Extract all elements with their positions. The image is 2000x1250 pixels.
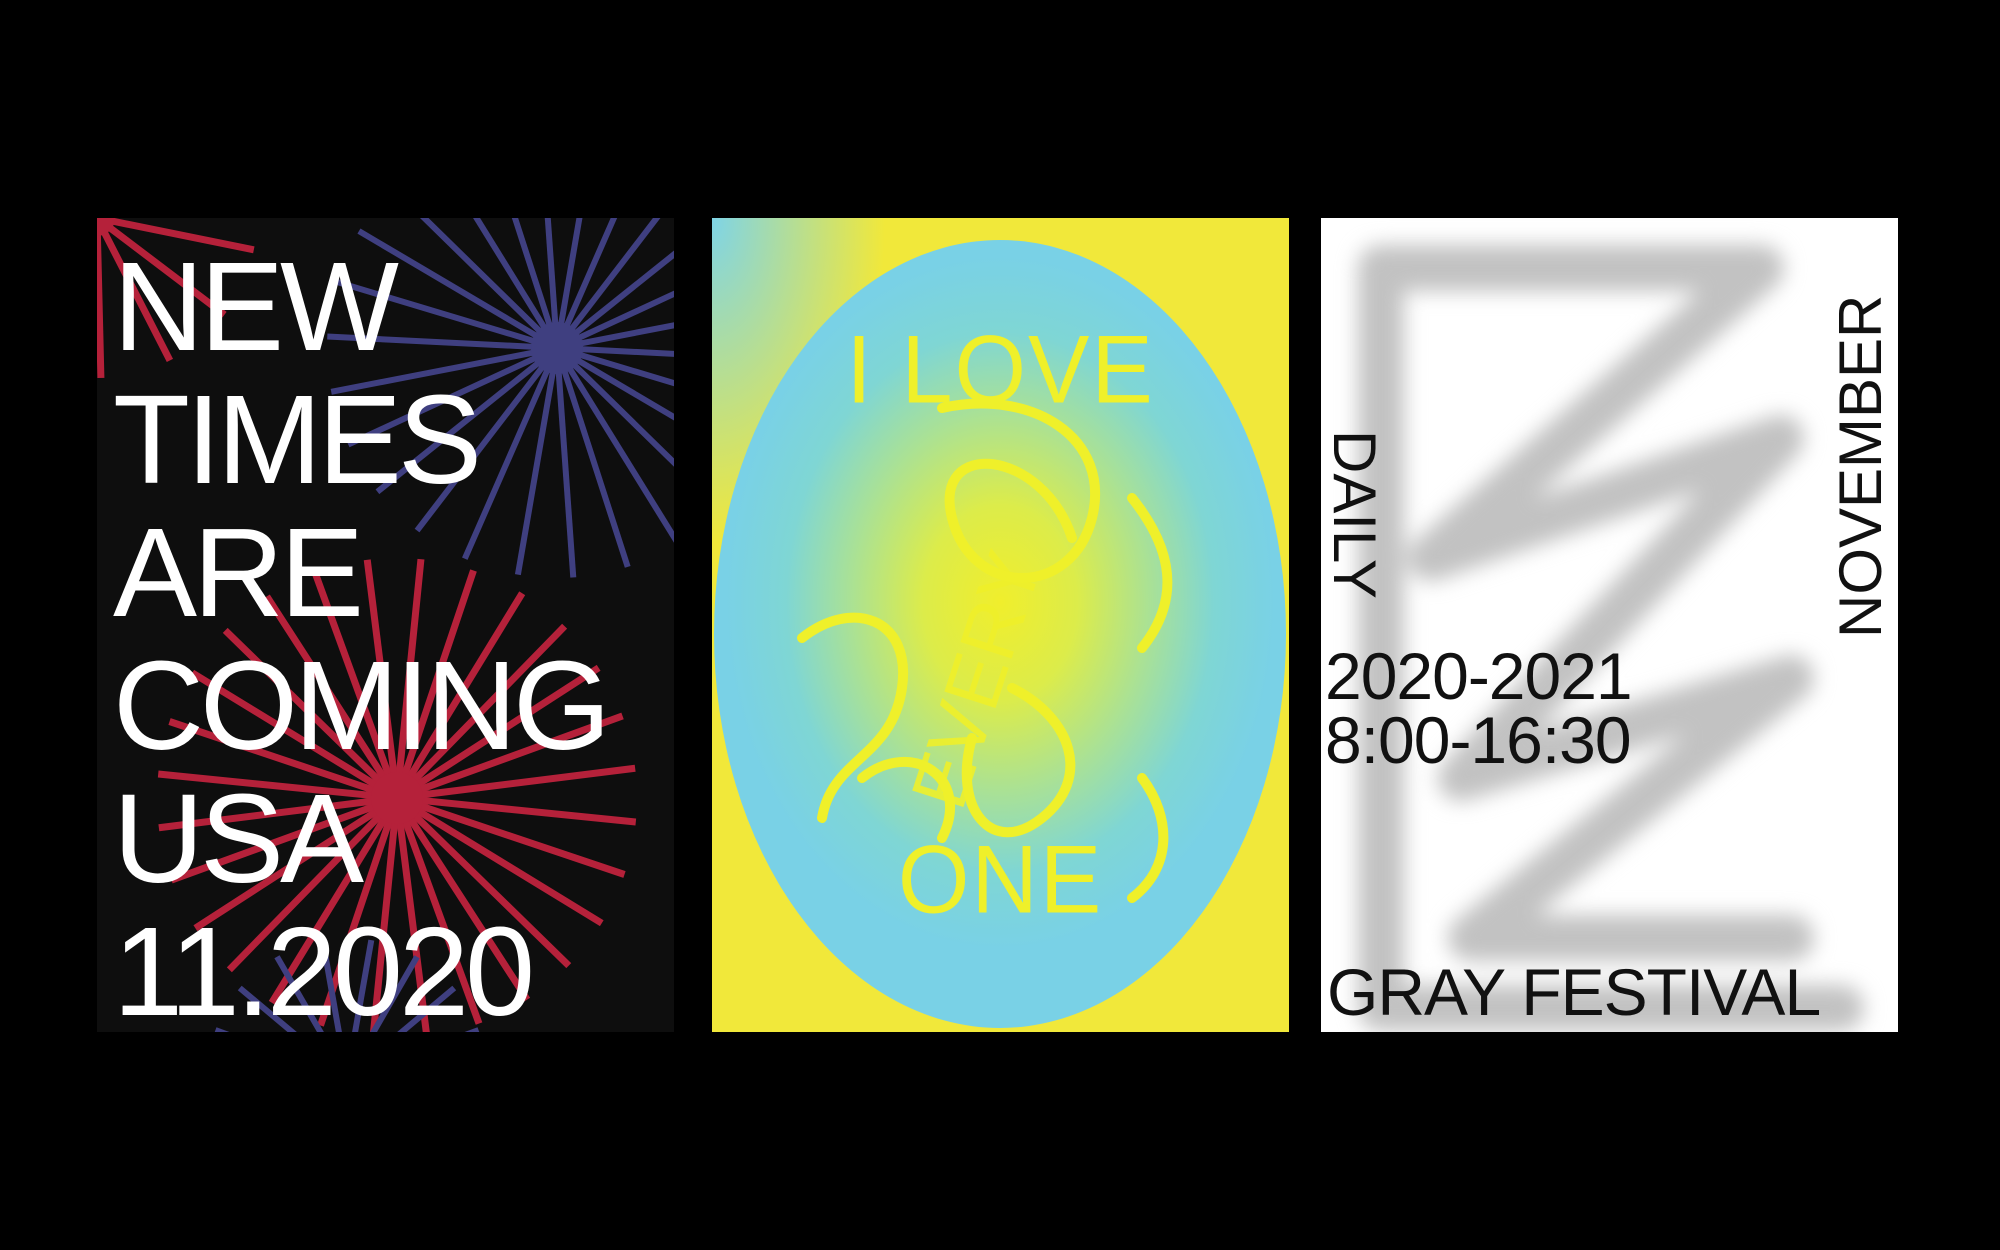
festival-title: GRAY FESTIVAL [1327, 955, 1821, 1029]
firework-ray [97, 227, 105, 379]
headline-line-1: NEW [113, 236, 399, 377]
title-i-love: I LOVE [846, 316, 1155, 424]
headline-line-3: ARE [113, 502, 364, 643]
poster-gray-festival: DAILY NOVEMBER 2020-2021 8:00-16:30 GRAY… [1321, 218, 1898, 1032]
vertical-text-november: NOVEMBER [1827, 294, 1894, 638]
title-one: ONE [897, 826, 1104, 934]
hours-text: 8:00-16:30 [1325, 703, 1632, 777]
headline-line-4: COMING [113, 635, 611, 776]
swirl-text: EVERY [894, 541, 1059, 818]
blurred-zigzag-graphic [1358, 245, 1864, 1031]
headline-line-2: TIMES [113, 369, 482, 510]
poster-i-love-every-one: EVERY I LOVE ONE [712, 218, 1289, 1032]
headline-line-5: USA [113, 768, 364, 909]
headline-line-6: 11.2020 [113, 901, 535, 1032]
poster-new-times: NEW TIMES ARE COMING USA 11.2020 [97, 218, 674, 1032]
poster-1-headline: NEW TIMES ARE COMING USA 11.2020 [113, 236, 611, 1032]
vertical-text-daily: DAILY [1321, 430, 1388, 599]
